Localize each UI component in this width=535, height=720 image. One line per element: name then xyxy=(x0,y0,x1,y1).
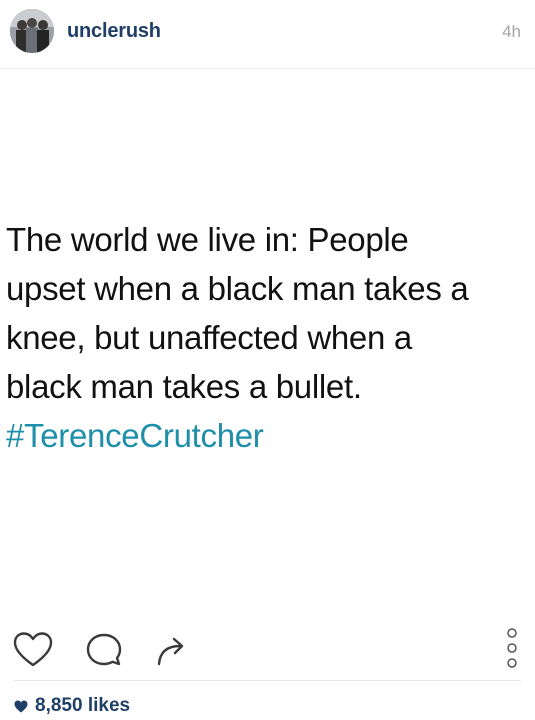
more-options-button[interactable] xyxy=(505,624,519,676)
caption-line: knee, but unaffected when a xyxy=(6,319,412,356)
heart-filled-icon xyxy=(14,700,28,712)
caption-line: upset when a black man takes a xyxy=(6,270,469,307)
divider xyxy=(14,680,521,681)
action-bar xyxy=(0,620,535,680)
caption-line: The world we live in: People xyxy=(6,221,409,258)
share-arrow-icon xyxy=(157,637,184,666)
likes-text: 8,850 likes xyxy=(35,695,131,716)
avatar[interactable] xyxy=(10,9,54,53)
caption-line: black man takes a bullet. xyxy=(6,368,362,405)
post-timestamp: 4h xyxy=(502,22,521,41)
comment-bubble-icon xyxy=(86,633,122,666)
post-caption: The world we live in: People upset when … xyxy=(6,215,531,460)
instagram-post: unclerush 4h The world we live in: Peopl… xyxy=(0,0,535,720)
likes-count[interactable]: 8,850 likes xyxy=(14,695,130,717)
vertical-dots-icon xyxy=(507,628,517,668)
share-button[interactable] xyxy=(150,630,192,672)
hashtag-link[interactable]: #TerenceCrutcher xyxy=(6,411,531,460)
post-header: unclerush 4h xyxy=(0,0,535,69)
comment-button[interactable] xyxy=(84,630,126,672)
username-link[interactable]: unclerush xyxy=(67,20,161,43)
heart-outline-icon xyxy=(13,632,53,667)
avatar-photo-icon xyxy=(10,9,54,53)
like-button[interactable] xyxy=(12,630,54,672)
